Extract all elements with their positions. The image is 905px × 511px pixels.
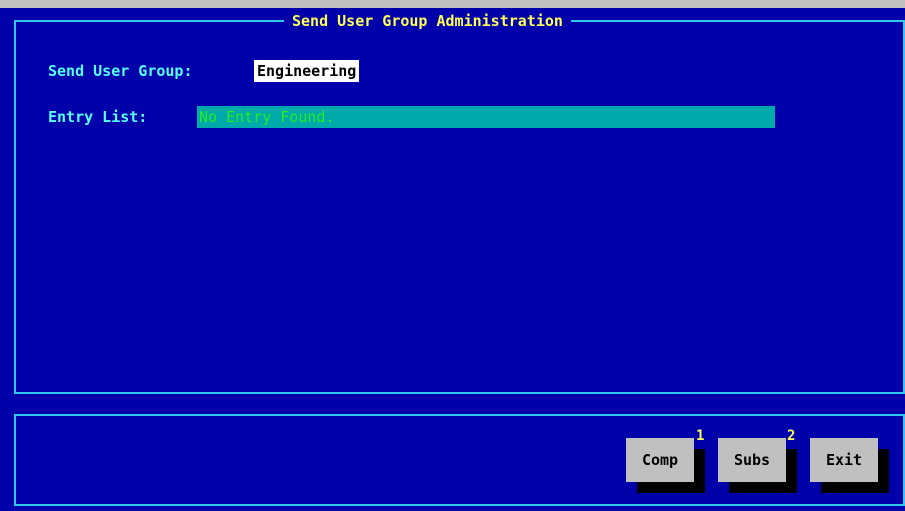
exit-button[interactable]: Exit — [810, 438, 878, 482]
entry-list[interactable]: No Entry Found. — [197, 106, 775, 128]
window-title: Send User Group Administration — [284, 11, 571, 31]
send-user-group-label: Send User Group: — [48, 62, 193, 80]
exit-button-label: Exit — [825, 451, 863, 469]
entry-list-label: Entry List: — [48, 108, 148, 126]
comp-button-label: Comp — [641, 451, 679, 469]
subs-button-wrap: Subs — [718, 438, 797, 493]
comp-hotkey: 1 — [696, 428, 705, 444]
subs-button[interactable]: Subs — [718, 438, 786, 482]
subs-button-label: Subs — [733, 451, 771, 469]
send-user-group-field[interactable]: Engineering — [254, 60, 360, 82]
terminal-screen: Send User Group Administration Send User… — [0, 0, 905, 511]
subs-hotkey: 2 — [787, 428, 796, 444]
exit-button-wrap: Exit — [810, 438, 889, 493]
comp-button[interactable]: Comp — [626, 438, 694, 482]
top-strip — [0, 0, 905, 8]
comp-button-wrap: Comp — [626, 438, 705, 493]
